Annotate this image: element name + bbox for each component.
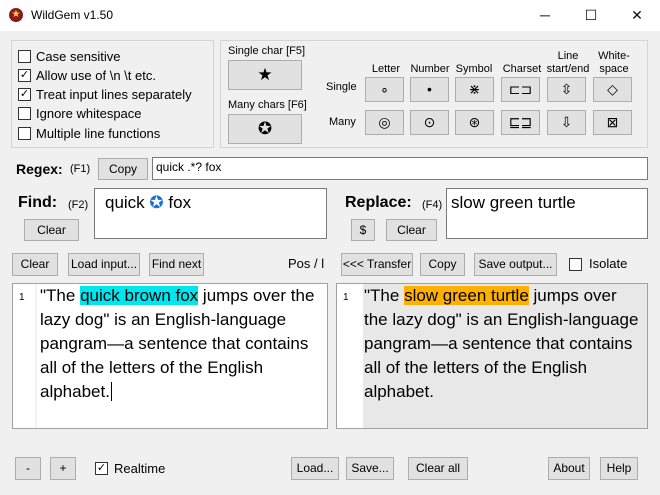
- input-text-pane[interactable]: 1 "The quick brown fox jumps over the la…: [12, 283, 328, 429]
- close-button[interactable]: ✕: [614, 0, 660, 31]
- clear-all-button[interactable]: Clear all: [408, 457, 468, 480]
- single-line-wildcard-button[interactable]: ⇳: [547, 77, 586, 102]
- replace-match-highlight: slow green turtle: [404, 286, 529, 305]
- realtime-label: Realtime: [114, 461, 166, 476]
- output-text: "The slow green turtle jumps over the la…: [364, 284, 644, 404]
- single-char-label: Single char [F5]: [228, 45, 306, 57]
- col-line-label-1: Line: [557, 50, 579, 62]
- cursor-position-label: Pos / l: [288, 256, 325, 271]
- option-checkbox[interactable]: [18, 127, 31, 140]
- text-cursor: [110, 382, 112, 401]
- output-copy-button[interactable]: Copy: [420, 253, 465, 276]
- option-label: Treat input lines separately: [36, 87, 192, 102]
- window-title: WildGem v1.50: [31, 8, 114, 22]
- input-text: "The quick brown fox jumps over the lazy…: [40, 284, 315, 404]
- many-whitespace-wildcard-button[interactable]: ⊠: [593, 110, 632, 135]
- transfer-button[interactable]: <<< Transfer: [341, 253, 413, 276]
- single-symbol-wildcard-button[interactable]: ⋇: [455, 77, 494, 102]
- find-text-post: fox: [163, 193, 192, 212]
- regex-copy-button[interactable]: Copy: [98, 158, 148, 180]
- single-letter-wildcard-button[interactable]: ∘: [365, 77, 404, 102]
- input-line-number: 1: [19, 292, 25, 303]
- col-whitespace-label-2: space: [599, 63, 629, 75]
- find-clear-button[interactable]: Clear: [24, 219, 79, 241]
- many-chars-wildcard-icon: ✪: [149, 193, 164, 212]
- col-charset-label: Charset: [502, 63, 542, 75]
- regex-key-hint: (F1): [70, 163, 91, 175]
- replace-clear-button[interactable]: Clear: [386, 219, 437, 241]
- app-logo-icon: ★: [9, 8, 23, 22]
- find-input[interactable]: quick ✪ fox: [94, 188, 327, 239]
- single-charset-wildcard-button[interactable]: ⊏⊐: [501, 77, 540, 102]
- col-whitespace-label-1: White-: [598, 50, 630, 62]
- many-chars-label: Many chars [F6]: [228, 99, 307, 111]
- many-charset-wildcard-button[interactable]: ⊑⊒: [501, 110, 540, 135]
- find-label: Find:: [18, 194, 58, 211]
- option-label: Case sensitive: [36, 49, 121, 64]
- find-key-hint: (F2): [68, 199, 89, 211]
- many-number-wildcard-button[interactable]: ⊙: [410, 110, 449, 135]
- help-button[interactable]: Help: [600, 457, 638, 480]
- find-match-highlight: quick brown fox: [80, 286, 199, 305]
- isolate-label: Isolate: [589, 256, 628, 271]
- realtime-checkbox[interactable]: ✓: [95, 462, 108, 475]
- font-smaller-button[interactable]: -: [15, 457, 41, 480]
- option-label: Allow use of \n \t etc.: [36, 68, 156, 83]
- option-checkbox[interactable]: ✓: [18, 69, 31, 82]
- row-single-label: Single: [326, 81, 357, 93]
- maximize-button[interactable]: ☐: [568, 0, 614, 31]
- load-input-button[interactable]: Load input...: [68, 253, 140, 276]
- many-line-wildcard-button[interactable]: ⇩: [547, 110, 586, 135]
- dollar-button[interactable]: $: [351, 219, 375, 241]
- single-whitespace-wildcard-button[interactable]: ◇: [593, 77, 632, 102]
- output-line-number: 1: [343, 292, 349, 303]
- option-checkbox[interactable]: [18, 107, 31, 120]
- input-text-pre: "The: [40, 286, 81, 305]
- single-char-button[interactable]: ★: [228, 60, 302, 90]
- about-button[interactable]: About: [548, 457, 590, 480]
- replace-label: Replace:: [345, 194, 412, 211]
- option-label: Ignore whitespace: [36, 106, 142, 121]
- output-text-pane[interactable]: 1 "The slow green turtle jumps over the …: [336, 283, 648, 429]
- single-number-wildcard-button[interactable]: •: [410, 77, 449, 102]
- find-text-pre: quick: [105, 193, 150, 212]
- replace-input[interactable]: slow green turtle: [446, 188, 648, 239]
- minimize-button[interactable]: ─: [522, 0, 568, 31]
- replace-key-hint: (F4): [422, 199, 443, 211]
- input-clear-button[interactable]: Clear: [12, 253, 58, 276]
- regex-label: Regex:: [16, 161, 63, 177]
- col-number-label: Number: [410, 63, 450, 75]
- row-many-label: Many: [329, 116, 356, 128]
- find-next-button[interactable]: Find next: [149, 253, 204, 276]
- regex-input[interactable]: quick .*? fox: [152, 157, 648, 180]
- many-chars-button[interactable]: ✪: [228, 114, 302, 144]
- output-text-pre: "The: [364, 286, 405, 305]
- col-symbol-label: Symbol: [455, 63, 493, 75]
- font-larger-button[interactable]: +: [50, 457, 76, 480]
- col-line-label-2: start/end: [546, 63, 590, 75]
- save-output-button[interactable]: Save output...: [474, 253, 557, 276]
- option-label: Multiple line functions: [36, 126, 161, 141]
- load-button[interactable]: Load...: [291, 457, 339, 480]
- many-symbol-wildcard-button[interactable]: ⊛: [455, 110, 494, 135]
- col-letter-label: Letter: [371, 63, 401, 75]
- option-checkbox[interactable]: [18, 50, 31, 63]
- save-button[interactable]: Save...: [346, 457, 394, 480]
- option-checkbox[interactable]: ✓: [18, 88, 31, 101]
- isolate-checkbox[interactable]: [569, 258, 582, 271]
- many-letter-wildcard-button[interactable]: ◎: [365, 110, 404, 135]
